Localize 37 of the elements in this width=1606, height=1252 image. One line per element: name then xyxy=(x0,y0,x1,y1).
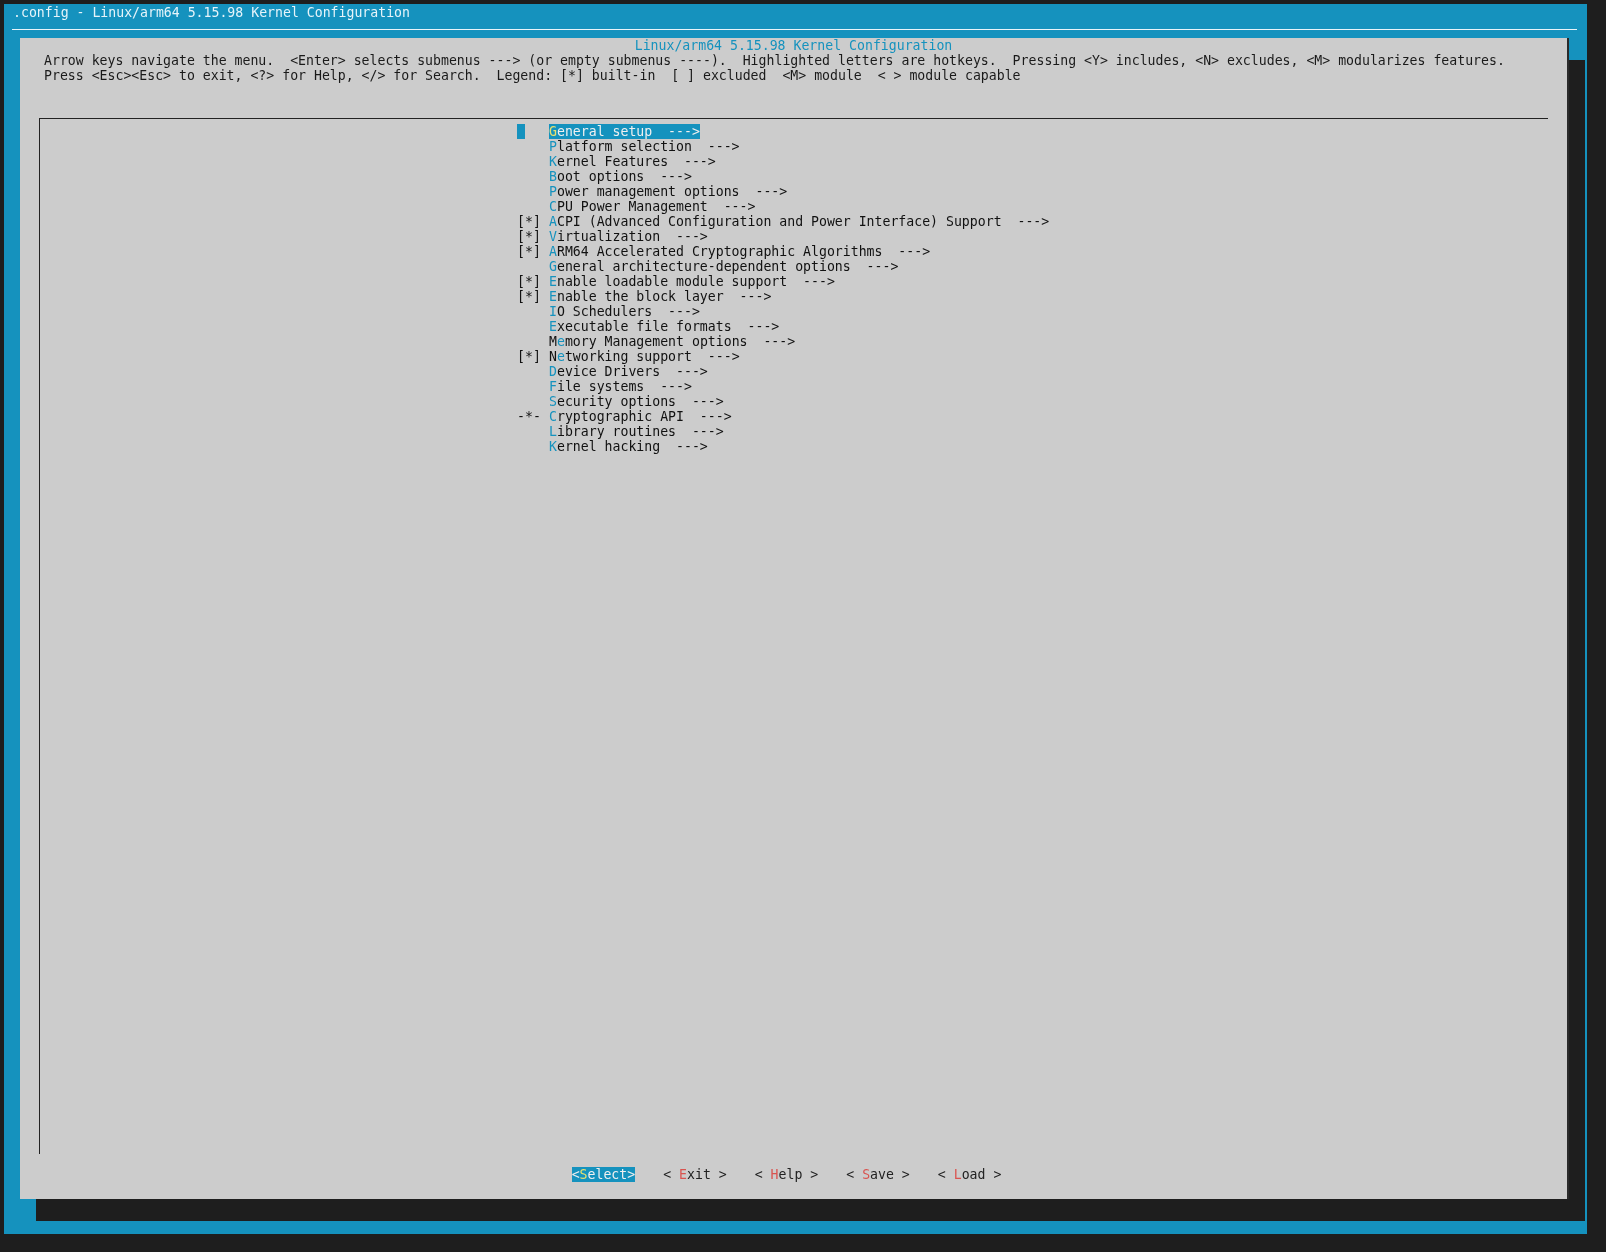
menu-item[interactable]: Boot options ---> xyxy=(549,169,692,184)
menu-item[interactable]: Memory Management options ---> xyxy=(549,334,796,349)
menu-marker: -*- xyxy=(517,409,541,424)
menu-marker: [*] xyxy=(517,244,541,259)
menu-marker: [*] xyxy=(517,214,541,229)
dialog-button[interactable]: < Help > xyxy=(754,1167,819,1182)
menu-item[interactable]: Virtualization ---> xyxy=(549,229,708,244)
menu-marker: [*] xyxy=(517,289,541,304)
menu-item[interactable]: Device Drivers ---> xyxy=(549,364,708,379)
menu-marker: [*] xyxy=(517,274,541,289)
window-title: .config - Linux/arm64 5.15.98 Kernel Configuration xyxy=(13,4,411,20)
dialog-button[interactable]: < Save > xyxy=(846,1167,910,1182)
cursor-block xyxy=(517,124,525,139)
menu-item[interactable]: Enable loadable module support ---> xyxy=(549,274,835,289)
menu-item[interactable]: Security options ---> xyxy=(549,394,724,409)
menu-item[interactable]: IO Schedulers ---> xyxy=(549,304,700,319)
help-text: Press <Esc><Esc> to exit, <?> for Help, </> for Search. Legend: [*] built-in [ ] excluded <M> module < > module capable xyxy=(44,68,1022,83)
menu-item[interactable]: Networking support ---> xyxy=(549,349,740,364)
menu-marker: [*] xyxy=(517,229,541,244)
menu-item[interactable]: ARM64 Accelerated Cryptographic Algorithms ---> xyxy=(549,244,931,259)
dialog-title: Linux/arm64 5.15.98 Kernel Configuration xyxy=(634,38,953,53)
help-text: Arrow keys navigate the menu. <Enter> selects submenus ---> (or empty submenus ----). Highlighted letters are hotkeys. Pressing <Y> includes, <N> excludes, <M> modularizes features. xyxy=(44,53,1506,68)
menu-item[interactable]: C ryptographic API ---> xyxy=(549,409,732,424)
menu-item[interactable]: Enable the block layer ---> xyxy=(549,289,772,304)
menu-item[interactable]: Platform selection ---> xyxy=(549,139,740,154)
menu-item[interactable]: Library routines ---> xyxy=(549,424,724,439)
dialog-button[interactable]: < Load > xyxy=(937,1167,1002,1182)
menu-item[interactable]: General architecture-dependent options ---> xyxy=(549,259,899,274)
menu-item[interactable]: ACPI (Advanced Configuration and Power Interface) Support ---> xyxy=(549,214,1050,229)
menu-item[interactable]: CPU Power Management ---> xyxy=(549,199,756,214)
menu-item[interactable]: Kernel hacking ---> xyxy=(549,439,708,454)
menu-item[interactable]: File systems ---> xyxy=(549,379,692,394)
menu-item[interactable]: Executable file formats ---> xyxy=(549,319,780,334)
dialog-button[interactable]: < Exit > xyxy=(663,1167,727,1182)
menu-item[interactable]: Power management options ---> xyxy=(549,184,788,199)
menu-marker: [*] xyxy=(517,349,541,364)
menu-item[interactable]: Kernel Features ---> xyxy=(549,154,716,169)
